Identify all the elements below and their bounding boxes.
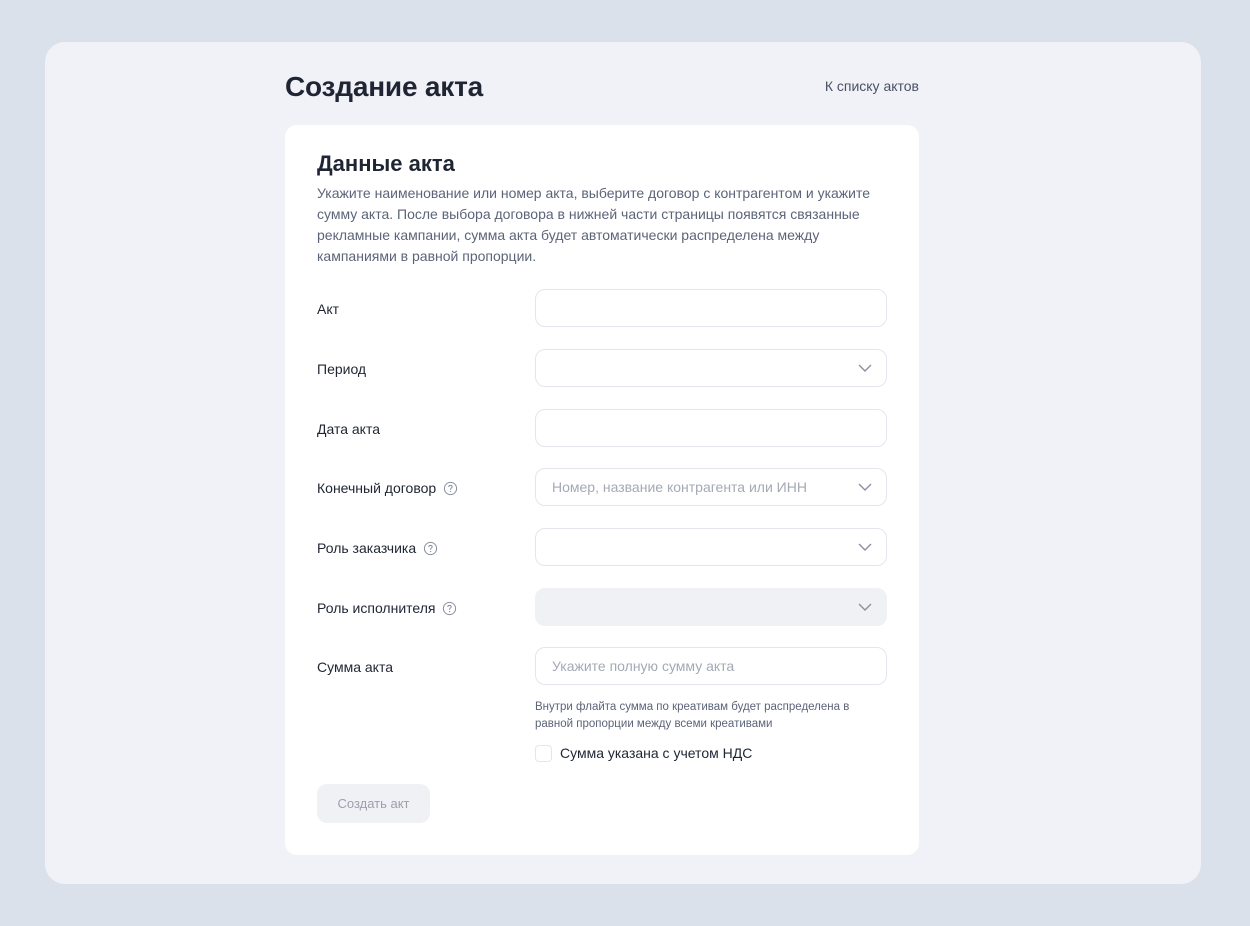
executor-role-select[interactable]	[535, 588, 887, 626]
amount-label: Сумма акта	[317, 659, 393, 675]
card-title: Данные акта	[317, 151, 455, 176]
vat-checkbox-row[interactable]: Сумма указана с учетом НДС	[535, 743, 752, 763]
amount-hint: Внутри флайта сумма по креативам будет р…	[535, 701, 850, 730]
act-date-input[interactable]	[535, 409, 887, 447]
act-date-label: Дата акта	[317, 421, 380, 437]
final-contract-row: Конечный договор Номер, название контраг…	[317, 468, 887, 508]
chevron-down-icon	[858, 603, 872, 611]
question-circle-icon[interactable]	[423, 541, 438, 556]
act-label: Акт	[317, 301, 340, 317]
period-select[interactable]	[535, 349, 887, 387]
act-row: Акт	[317, 289, 887, 329]
chevron-down-icon	[858, 483, 872, 491]
back-to-acts-link[interactable]: К списку актов	[825, 77, 919, 95]
executor-role-label: Роль исполнителя	[317, 598, 457, 618]
final-contract-label: Конечный договор	[317, 478, 458, 498]
act-data-card: Данные акта Укажите наименование или ном…	[285, 125, 919, 855]
act-input[interactable]	[535, 289, 887, 327]
vat-checkbox-label[interactable]: Сумма указана с учетом НДС	[560, 745, 752, 761]
vat-checkbox[interactable]	[535, 744, 552, 762]
create-act-button[interactable]: Создать акт	[317, 784, 430, 823]
customer-role-label: Роль заказчика	[317, 538, 438, 558]
amount-row: Сумма акта	[317, 647, 887, 687]
question-circle-icon[interactable]	[443, 481, 458, 496]
period-row: Период	[317, 349, 887, 389]
executor-role-row: Роль исполнителя	[317, 588, 887, 628]
chevron-down-icon	[858, 543, 872, 551]
amount-input[interactable]	[535, 647, 887, 685]
customer-role-select[interactable]	[535, 528, 887, 566]
page-title: Создание акта	[285, 71, 483, 102]
question-circle-icon[interactable]	[442, 601, 457, 616]
period-label: Период	[317, 361, 367, 377]
final-contract-select[interactable]: Номер, название контрагента или ИНН	[535, 468, 887, 506]
customer-role-row: Роль заказчика	[317, 528, 887, 568]
card-description: Укажите наименование или номер акта, выб…	[317, 185, 871, 264]
page-header: Создание акта К списку актов	[285, 70, 919, 104]
act-date-row: Дата акта	[317, 409, 887, 449]
chevron-down-icon	[858, 364, 872, 372]
